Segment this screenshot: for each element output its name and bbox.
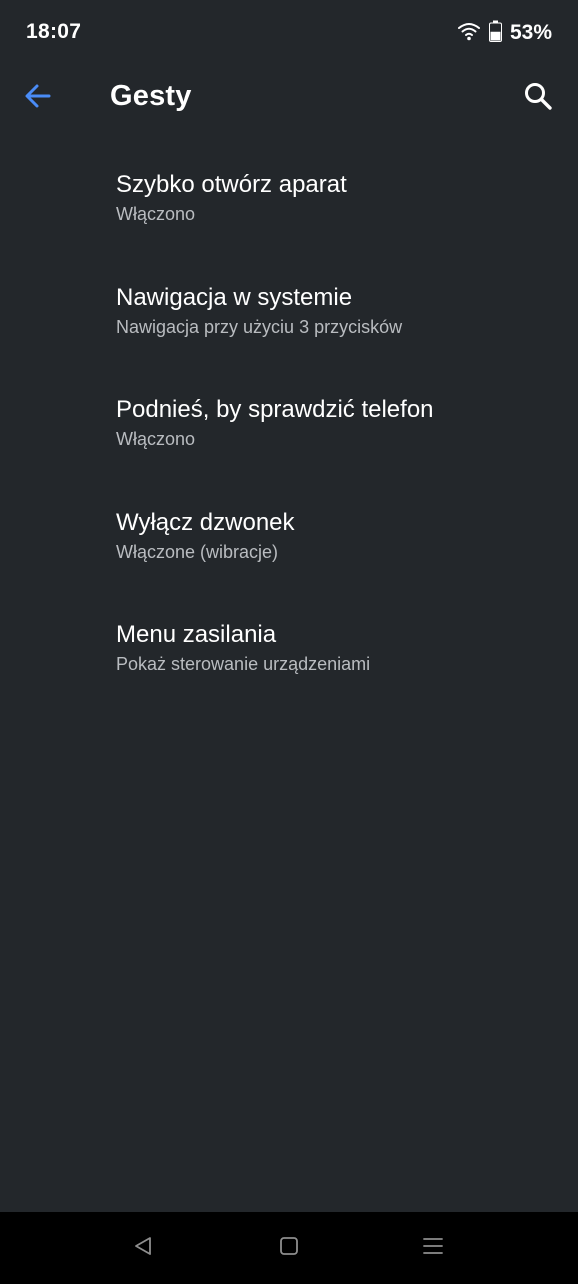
setting-summary: Pokaż sterowanie urządzeniami	[116, 654, 371, 674]
status-indicators: 53%	[457, 20, 552, 46]
setting-summary: Włączono	[116, 204, 196, 224]
setting-system-navigation[interactable]: Nawigacja w systemie Nawigacja przy użyc…	[0, 265, 578, 378]
navigation-bar	[0, 1212, 578, 1284]
setting-lift-to-check[interactable]: Podnieś, by sprawdzić telefon Włączono	[0, 377, 578, 490]
menu-lines-icon	[422, 1235, 444, 1262]
setting-title: Nawigacja w systemie	[116, 283, 353, 311]
setting-summary: Włączono	[116, 429, 196, 449]
search-button[interactable]	[512, 72, 564, 124]
status-bar: 18:07 53%	[0, 0, 578, 66]
setting-quick-camera[interactable]: Szybko otwórz aparat Włączono	[0, 152, 578, 265]
setting-summary: Nawigacja przy użyciu 3 przycisków	[116, 316, 403, 337]
page-title: Gesty	[110, 80, 192, 112]
triangle-back-icon	[132, 1235, 154, 1262]
search-icon	[523, 81, 553, 116]
square-home-icon	[278, 1235, 300, 1262]
setting-title: Szybko otwórz aparat	[116, 171, 347, 198]
nav-menu-button[interactable]	[409, 1224, 457, 1272]
wifi-icon	[457, 21, 481, 46]
setting-power-menu[interactable]: Menu zasilania Pokaż sterowanie urządzen…	[0, 602, 578, 715]
setting-silence-ringer[interactable]: Wyłącz dzwonek Włączone (wibracje)	[0, 490, 578, 603]
app-bar: Gesty	[0, 66, 578, 130]
setting-summary: Włączone (wibracje)	[116, 541, 279, 562]
settings-list: Szybko otwórz aparat Włączono Nawigacja …	[0, 152, 578, 715]
back-button[interactable]	[14, 74, 62, 122]
arrow-left-icon	[23, 81, 53, 116]
battery-percent: 53%	[509, 21, 552, 44]
setting-title: Menu zasilania	[116, 621, 277, 648]
setting-title: Wyłącz dzwonek	[116, 508, 295, 536]
status-time: 18:07	[26, 20, 82, 43]
setting-title: Podnieś, by sprawdzić telefon	[116, 396, 434, 423]
nav-back-button[interactable]	[119, 1224, 167, 1272]
battery-icon	[488, 20, 502, 47]
nav-home-button[interactable]	[265, 1224, 313, 1272]
